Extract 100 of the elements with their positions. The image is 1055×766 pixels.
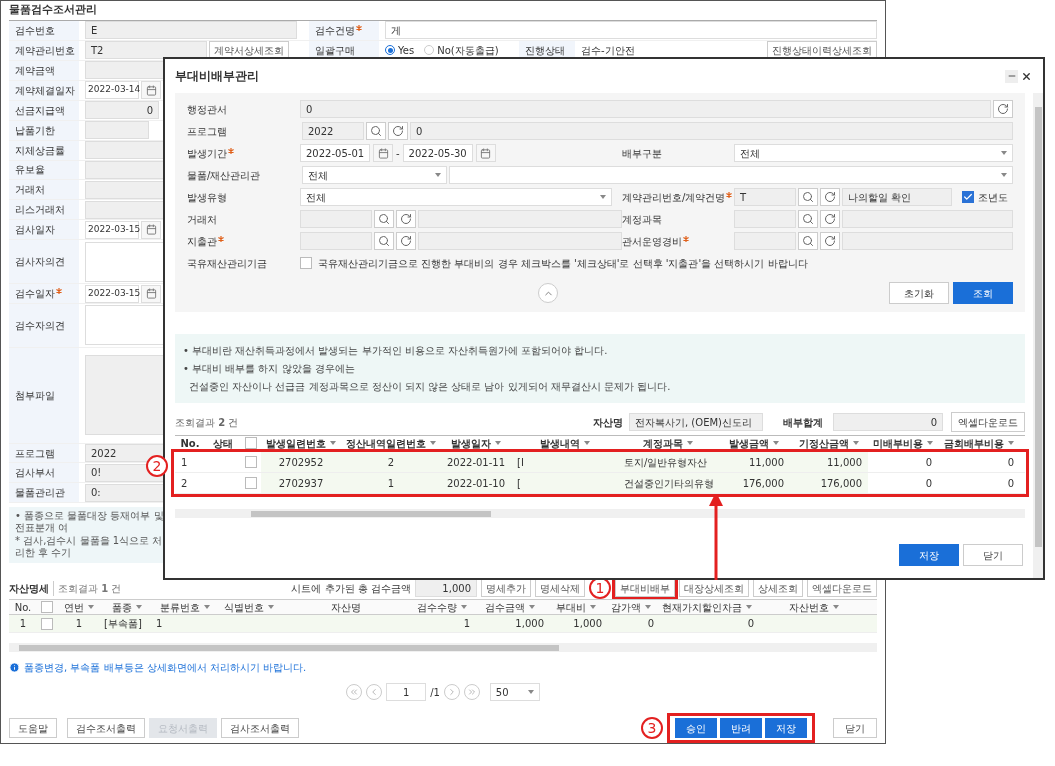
column-header[interactable]: 현재가치할인차금 — [662, 599, 752, 615]
field-label: 행정관서 — [187, 102, 228, 117]
table-cell-text: 0 — [747, 617, 754, 632]
callout-number: 3 — [641, 717, 663, 740]
select-field[interactable]: 50 — [489, 683, 540, 702]
text-field[interactable]: 게 — [385, 21, 877, 40]
search-button[interactable]: 조회 — [953, 282, 1013, 304]
field-label: 검수자의견 — [15, 318, 65, 333]
date-field[interactable]: 2022-03-14 — [85, 81, 139, 100]
field-label: 선금지급액 — [15, 103, 65, 118]
notice-text: • 품종으로 물품대장 등재여부 및 전표분개 여 — [15, 510, 165, 535]
text-field[interactable]: 0 — [300, 100, 991, 118]
button[interactable]: 승인 — [675, 718, 717, 739]
field-label: 리스거래처 — [15, 203, 65, 218]
table-cell-text: [ — [517, 476, 521, 491]
field-label: 검사일자 — [15, 223, 55, 238]
table-cell-text: 176,000 — [742, 476, 784, 491]
text-field[interactable]: 0 — [410, 122, 1013, 140]
table-cell-text: 2702937 — [278, 476, 324, 491]
field-label: 지출관 — [187, 233, 300, 249]
column-header[interactable]: 검수금액 — [485, 599, 535, 615]
column-header[interactable]: 감가액 — [611, 599, 651, 615]
button[interactable]: 반려 — [720, 718, 762, 739]
date-field[interactable]: 2022-03-15 — [85, 284, 139, 303]
text-field[interactable]: 0 — [833, 413, 943, 431]
select-field[interactable]: 전체 — [734, 144, 1013, 162]
table-cell-text: 2 — [387, 455, 395, 470]
text-field[interactable]: 나의할일 확인 — [842, 188, 952, 206]
table-cell-text: 0 — [1007, 476, 1014, 491]
column-header[interactable]: 발생금액 — [729, 435, 779, 451]
page-total: /1 — [430, 685, 440, 700]
column-header[interactable]: 식별번호 — [224, 599, 274, 615]
button[interactable]: 저장 — [765, 718, 807, 739]
column-header[interactable]: 계정과목 — [643, 435, 693, 451]
text-field[interactable]: E — [85, 21, 297, 40]
button[interactable]: 닫기 — [833, 718, 877, 739]
text-field[interactable]: T — [734, 188, 796, 206]
table-cell-text: 1 — [387, 476, 395, 491]
table-cell-text: 1,000 — [515, 617, 544, 632]
page-field[interactable]: 1 — [386, 683, 427, 702]
column-header[interactable]: No. — [14, 599, 32, 615]
column-header[interactable]: 부대비 — [556, 599, 596, 615]
fund-hint: 국유재산관리기금으로 진행한 부대비의 경우 체크박스를 '체크상태'로 선택후 '지출관'을 선택하시기 바랍니다 — [318, 256, 808, 271]
column-header[interactable]: 자산명 — [331, 599, 361, 615]
date-field[interactable]: 2022-05-01 — [300, 144, 370, 162]
column-header[interactable]: 금회배부비용 — [944, 435, 1014, 451]
column-header[interactable]: 발생내역 — [539, 435, 590, 451]
reset-button[interactable]: 초기화 — [889, 282, 949, 304]
notice-text: 건설중인 자산이나 선급금 계정과목으로 정산이 되지 않은 상태로 남아 있게되어 재무결산시 문제가 됩니다. — [188, 380, 672, 394]
field-label: 검사부서 — [15, 466, 55, 481]
table-cell-text: 1,000 — [573, 617, 602, 632]
column-header[interactable]: 품종 — [112, 599, 142, 615]
column-header[interactable]: 발생일련번호 — [266, 435, 336, 451]
button[interactable]: 닫기 — [963, 544, 1023, 566]
field-label: 배부구분 — [622, 146, 663, 161]
button[interactable]: 도움말 — [9, 718, 57, 739]
table-cell-text: 11,000 — [749, 455, 784, 470]
table-cell-text: 0 — [925, 476, 932, 491]
table-cell-text: 2022-01-11 — [446, 455, 506, 470]
window-title: 물품검수조서관리 — [9, 1, 877, 21]
text-field[interactable]: 2022 — [302, 122, 364, 140]
button[interactable]: 검사조서출력 — [221, 718, 299, 739]
table-cell-text: 1 — [156, 617, 163, 632]
field-label: 거래처 — [187, 212, 218, 227]
field-label: 계약체결일자 — [15, 83, 75, 98]
field-label: 첨부파일 — [15, 388, 55, 403]
table-cell-text: 2022-01-10 — [446, 476, 506, 491]
field-label: 지체상금률 — [15, 143, 65, 158]
column-header[interactable]: 정산내역일련번호 — [346, 435, 436, 451]
field-label: 국유재산관리기금 — [187, 256, 268, 271]
field-label: 검수건명 — [315, 22, 362, 38]
section-title: 자산명세 — [9, 581, 49, 596]
column-header[interactable]: 분류번호 — [160, 599, 210, 615]
column-header[interactable]: 검수수량 — [417, 599, 467, 615]
text-field[interactable]: 전자복사기, (OEM)신도리 — [629, 413, 763, 431]
select-field[interactable]: 전체 — [300, 188, 612, 206]
date-field[interactable]: 2022-05-30 — [402, 144, 473, 162]
select-field[interactable]: 전체 — [302, 166, 447, 184]
column-header[interactable]: 상태 — [213, 435, 233, 451]
column-header[interactable]: 미배부비용 — [873, 435, 933, 451]
column-header[interactable]: 자산번호 — [789, 599, 839, 615]
notice-text: * 검사,검수시 물품을 1식으로 처리한 후 수기 — [15, 535, 164, 560]
button[interactable]: 저장 — [899, 544, 959, 566]
result-count: 조회결과 1 건 — [53, 580, 122, 596]
date-separator: - — [396, 146, 400, 161]
field-label: 검수번호 — [15, 23, 55, 38]
notice-text: • 부대비란 재산취득과정에서 발생되는 부가적인 비용으로 자산취득원가에 포함되어야 합니다. — [183, 344, 609, 358]
field-label: 계약관리번호 — [15, 43, 75, 58]
date-field[interactable]: 2022-03-15 — [85, 220, 139, 239]
field-label: 프로그램 — [15, 446, 55, 461]
table-cell-text: 176,000 — [820, 476, 862, 491]
excel-download-button[interactable]: 엑셀다운로드 — [951, 412, 1025, 432]
column-header[interactable]: 발생일자 — [451, 435, 501, 451]
column-header[interactable]: 연번 — [64, 599, 94, 615]
field-label: 계약금액 — [15, 63, 55, 78]
column-header[interactable]: 기정산금액 — [799, 435, 859, 451]
table-cell-text: 건설중인기타의유형 — [624, 476, 714, 491]
text-field[interactable]: T2 — [85, 41, 207, 60]
text-field[interactable]: 0 — [85, 101, 159, 120]
button[interactable]: 검수조서출력 — [67, 718, 145, 739]
